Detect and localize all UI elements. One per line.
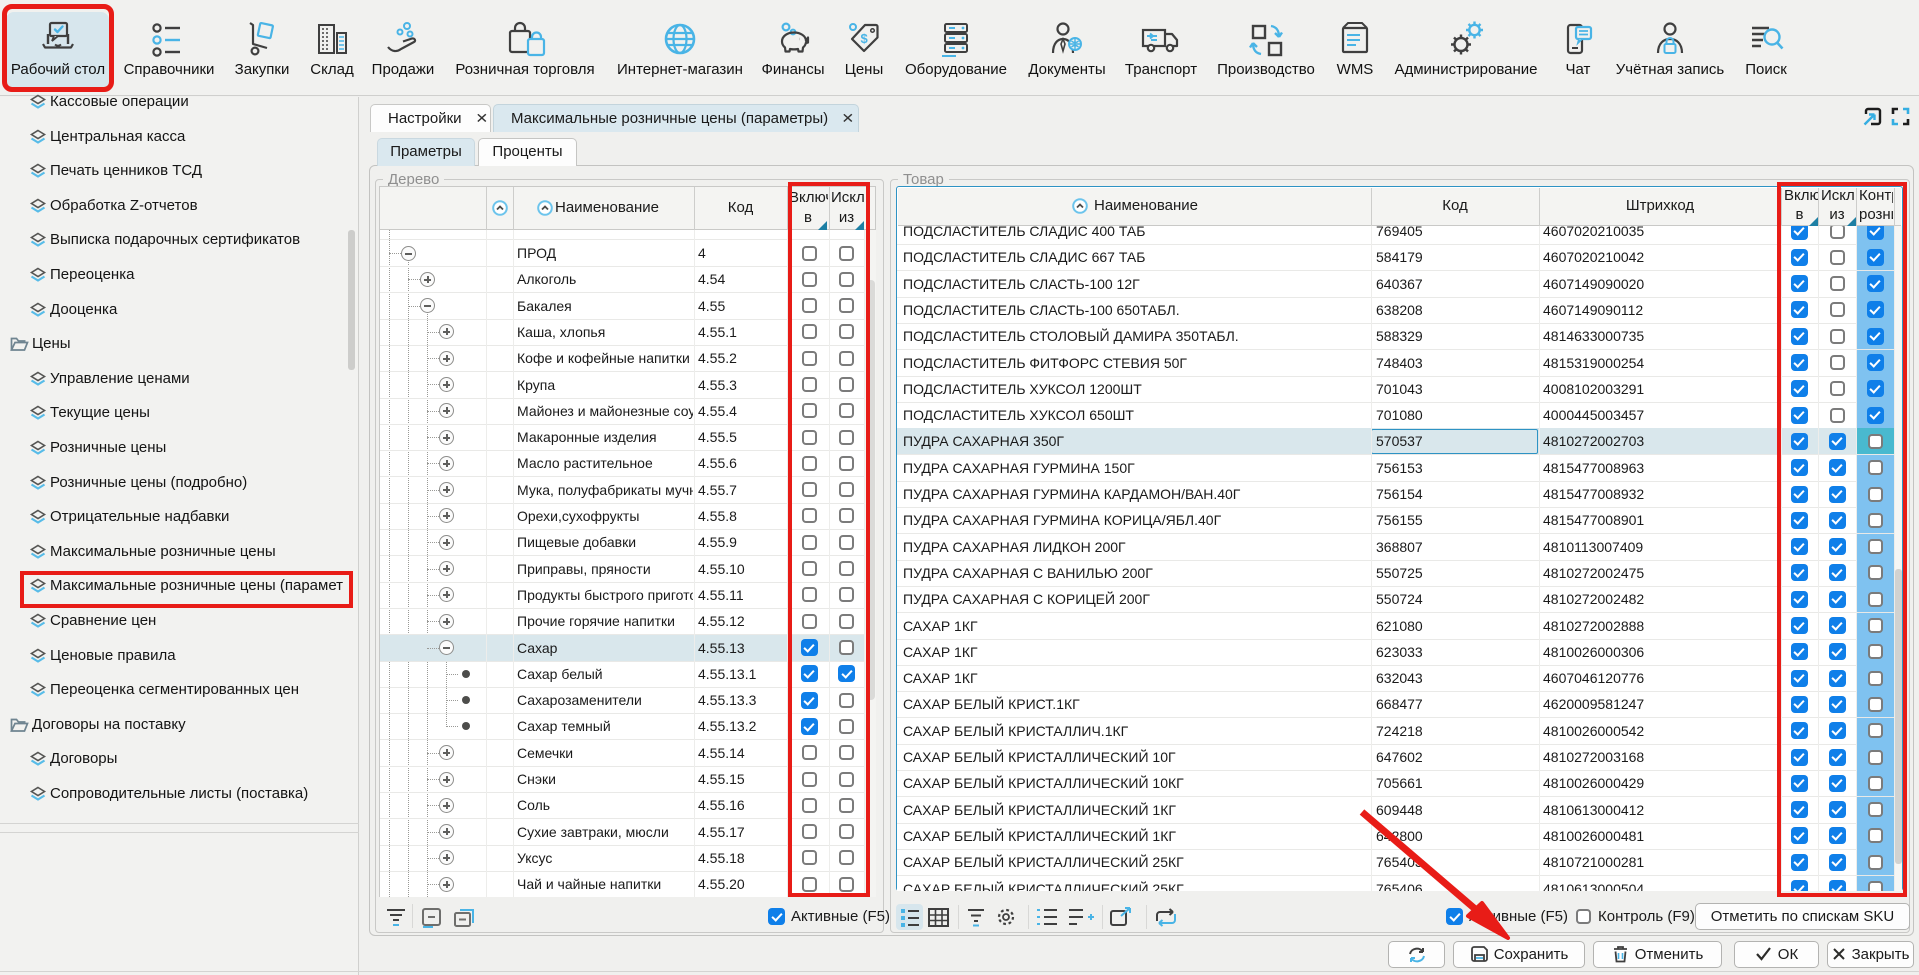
svg-text:$: $: [861, 31, 869, 46]
